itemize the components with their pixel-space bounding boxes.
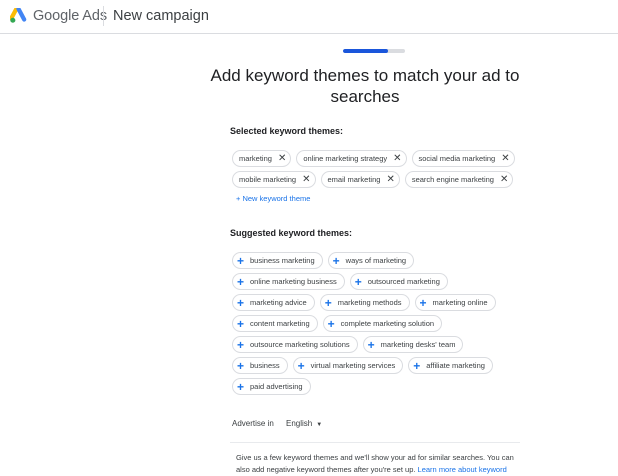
suggested-keyword-chip[interactable]: + paid advertising — [232, 378, 311, 395]
plus-icon: + — [297, 358, 305, 373]
remove-icon[interactable]: ✕ — [501, 153, 509, 164]
suggested-chip-row: + content marketing + complete marketing so… — [232, 315, 496, 332]
advertise-in-label: Advertise in — [232, 419, 274, 428]
chip-label: outsourced marketing — [367, 277, 440, 286]
selected-keyword-chip[interactable]: marketing ✕ — [232, 150, 292, 167]
plus-icon: + — [419, 295, 427, 310]
plus-icon: + — [324, 295, 332, 310]
plus-icon: + — [237, 253, 245, 268]
selected-chip-row: mobile marketing ✕ email marketing ✕ search … — [232, 171, 515, 188]
chip-label: virtual marketing services — [310, 361, 396, 370]
brand-name: Google Ads — [33, 8, 107, 24]
plus-icon: + — [237, 316, 245, 331]
suggested-chip-row: + online marketing business + outsourced ma… — [232, 273, 496, 290]
chip-label: outsource marketing solutions — [250, 340, 350, 349]
suggested-keyword-chip[interactable]: + complete marketing solution — [322, 315, 443, 332]
remove-icon[interactable]: ✕ — [278, 153, 286, 164]
remove-icon[interactable]: ✕ — [393, 153, 401, 164]
suggested-keyword-chip[interactable]: + business — [232, 357, 288, 374]
chip-label: social media marketing — [418, 154, 496, 163]
suggested-chip-row: + marketing advice + marketing methods + mark… — [232, 294, 496, 311]
chip-label: marketing online — [432, 298, 488, 307]
top-bar: Google Ads New campaign — [0, 0, 618, 34]
divider — [230, 442, 520, 443]
main-heading: Add keyword themes to match your ad to s… — [210, 66, 520, 106]
suggested-keyword-chip[interactable]: + marketing methods — [319, 294, 410, 311]
progress-bar — [343, 49, 405, 53]
language-dropdown[interactable]: English ▼ — [286, 419, 322, 428]
language-value: English — [286, 419, 313, 428]
plus-icon: + — [237, 274, 245, 289]
plus-icon: + — [327, 316, 335, 331]
chip-label: mobile marketing — [239, 175, 297, 184]
selected-keyword-chip[interactable]: online marketing strategy ✕ — [296, 150, 407, 167]
chip-label: business marketing — [250, 256, 315, 265]
chip-label: marketing advice — [250, 298, 307, 307]
plus-icon: + — [237, 337, 245, 352]
google-ads-logo-icon[interactable] — [10, 8, 27, 24]
suggested-themes-title: Suggested keyword themes: — [230, 228, 353, 238]
selected-themes-title: Selected keyword themes: — [230, 126, 344, 136]
suggested-chip-row: + business marketing + ways of marketing — [232, 252, 496, 269]
suggested-keyword-chip[interactable]: + marketing desks' team — [362, 336, 464, 353]
progress-bar-fill — [343, 49, 388, 53]
suggested-chip-row: + outsource marketing solutions + marketing… — [232, 336, 496, 353]
chip-label: online marketing strategy — [303, 154, 388, 163]
suggested-keyword-chip[interactable]: + virtual marketing services — [292, 357, 404, 374]
chip-label: ways of marketing — [345, 256, 407, 265]
chip-label: content marketing — [250, 319, 310, 328]
suggested-keyword-chip[interactable]: + marketing online — [414, 294, 496, 311]
plus-icon: + — [237, 379, 245, 394]
suggested-keyword-chip[interactable]: + outsourced marketing — [349, 273, 448, 290]
plus-icon: + — [332, 253, 340, 268]
selected-themes-list: marketing ✕ online marketing strategy ✕ soci… — [232, 150, 515, 192]
plus-icon: + — [237, 358, 245, 373]
selected-chip-row: marketing ✕ online marketing strategy ✕ soci… — [232, 150, 515, 167]
remove-icon[interactable]: ✕ — [302, 174, 310, 185]
plus-icon: + — [237, 295, 245, 310]
chip-label: marketing methods — [337, 298, 402, 307]
suggested-keyword-chip[interactable]: + marketing advice — [232, 294, 315, 311]
suggested-keyword-chip[interactable]: + business marketing — [232, 252, 323, 269]
chip-label: marketing — [239, 154, 272, 163]
selected-keyword-chip[interactable]: social media marketing ✕ — [411, 150, 515, 167]
suggested-keyword-chip[interactable]: + ways of marketing — [327, 252, 415, 269]
info-text: Give us a few keyword themes and we'll s… — [236, 452, 521, 476]
page-title: New campaign — [113, 8, 209, 24]
caret-down-icon: ▼ — [316, 422, 323, 428]
chip-label: online marketing business — [250, 277, 337, 286]
chip-label: complete marketing solution — [340, 319, 435, 328]
chip-label: paid advertising — [250, 382, 303, 391]
suggested-chip-row: + business + virtual marketing services + aff… — [232, 357, 496, 374]
suggested-keyword-chip[interactable]: + affiliate marketing — [408, 357, 493, 374]
plus-icon: + — [413, 358, 421, 373]
suggested-keyword-chip[interactable]: + online marketing business — [232, 273, 345, 290]
chip-label: email marketing — [327, 175, 381, 184]
suggested-themes-list: + business marketing + ways of marketing + on… — [232, 252, 496, 399]
remove-icon[interactable]: ✕ — [386, 174, 394, 185]
suggested-keyword-chip[interactable]: + content marketing — [232, 315, 318, 332]
chip-label: business — [250, 361, 280, 370]
suggested-keyword-chip[interactable]: + outsource marketing solutions — [232, 336, 358, 353]
remove-icon[interactable]: ✕ — [500, 174, 508, 185]
selected-keyword-chip[interactable]: email marketing ✕ — [320, 171, 400, 188]
selected-keyword-chip[interactable]: search engine marketing ✕ — [404, 171, 514, 188]
header-divider — [103, 6, 104, 26]
new-keyword-theme-link[interactable]: + New keyword theme — [236, 194, 310, 203]
plus-icon: + — [354, 274, 362, 289]
chip-label: marketing desks' team — [380, 340, 456, 349]
selected-keyword-chip[interactable]: mobile marketing ✕ — [232, 171, 316, 188]
chip-label: affiliate marketing — [426, 361, 485, 370]
plus-icon: + — [367, 337, 375, 352]
suggested-chip-row: + paid advertising — [232, 378, 496, 395]
chip-label: search engine marketing — [411, 175, 494, 184]
